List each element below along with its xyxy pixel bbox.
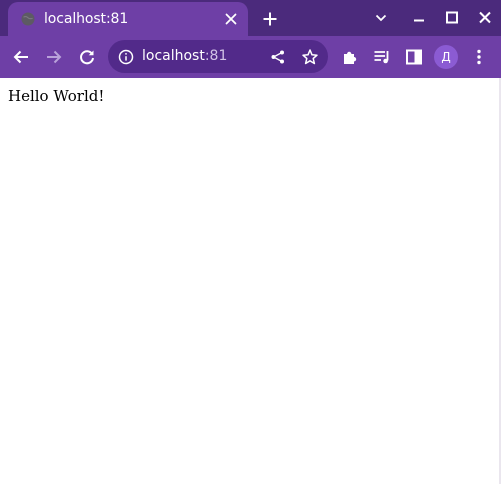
browser-window: localhost:81 localhost:81 Д Hello World! — [0, 0, 501, 484]
back-icon[interactable] — [11, 47, 31, 67]
minimize-icon[interactable] — [410, 9, 428, 27]
close-icon[interactable] — [224, 12, 238, 26]
chevron-down-icon[interactable] — [372, 9, 390, 27]
extensions-icon[interactable] — [340, 47, 360, 67]
page-text: Hello World! — [8, 87, 105, 105]
url-port: :81 — [204, 48, 228, 64]
share-icon[interactable] — [269, 48, 287, 66]
new-tab-button[interactable] — [262, 11, 278, 27]
tab-title: localhost:81 — [44, 11, 129, 27]
avatar[interactable]: Д — [434, 45, 458, 69]
forward-icon[interactable] — [44, 47, 64, 67]
info-icon[interactable] — [118, 49, 134, 65]
menu-icon[interactable] — [469, 47, 489, 67]
reload-icon[interactable] — [77, 47, 97, 67]
url-host: localhost — [142, 48, 205, 64]
side-panel-icon[interactable] — [404, 47, 424, 67]
address-bar[interactable]: localhost:81 — [108, 40, 328, 73]
tab-localhost[interactable]: localhost:81 — [8, 2, 248, 36]
star-icon[interactable] — [301, 48, 319, 66]
media-icon[interactable] — [372, 47, 392, 67]
close-icon[interactable] — [476, 9, 494, 27]
page-content: Hello World! — [0, 78, 501, 484]
title-bar: localhost:81 — [0, 0, 501, 36]
maximize-icon[interactable] — [443, 9, 461, 27]
globe-icon — [21, 12, 35, 26]
toolbar: localhost:81 Д — [0, 36, 501, 78]
url-text[interactable]: localhost:81 — [142, 47, 227, 66]
